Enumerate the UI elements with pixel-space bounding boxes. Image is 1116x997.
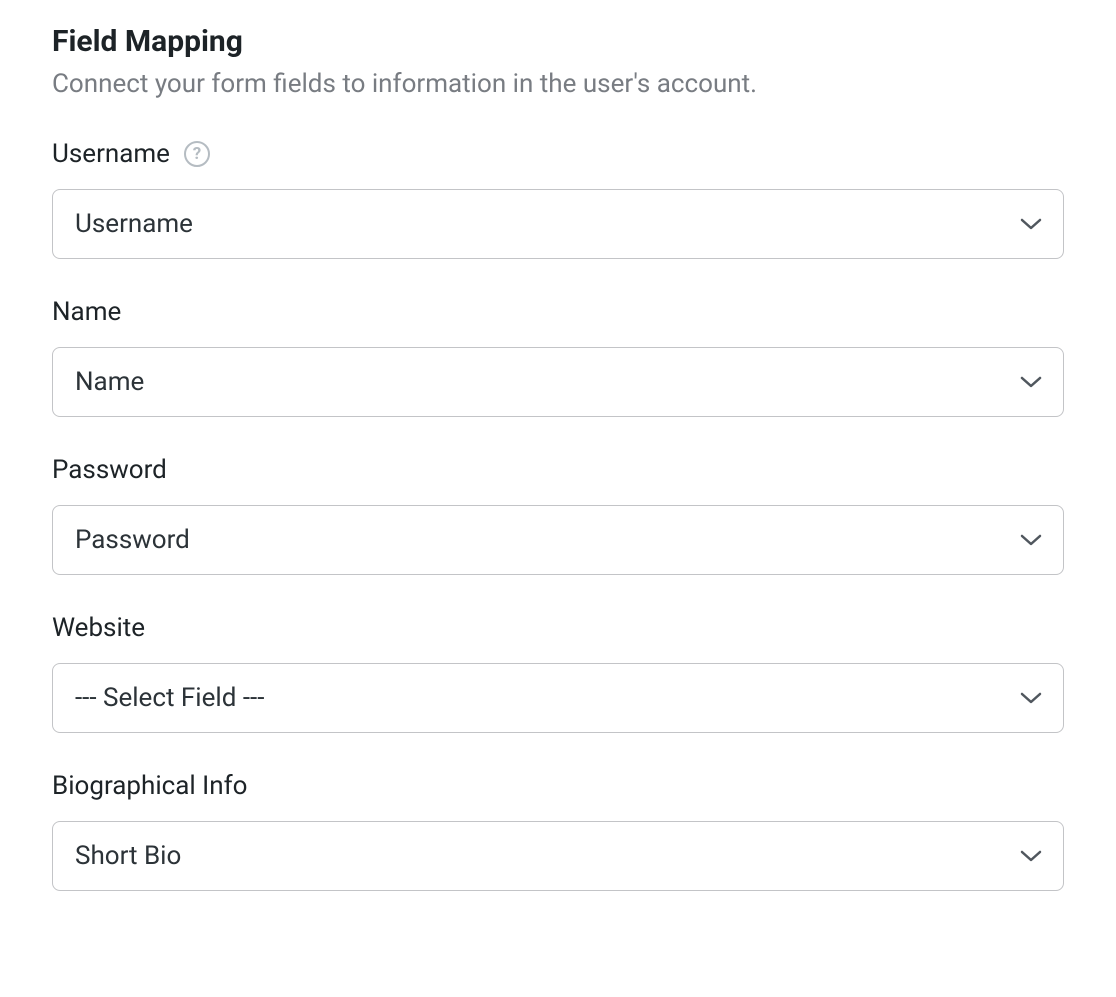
select-wrap-password: Password bbox=[52, 505, 1064, 575]
bio-select[interactable]: Short Bio bbox=[52, 821, 1064, 891]
select-wrap-username: Username bbox=[52, 189, 1064, 259]
field-group-username: Username ? Username bbox=[52, 139, 1064, 259]
field-group-password: Password Password bbox=[52, 455, 1064, 575]
select-wrap-website: --- Select Field --- bbox=[52, 663, 1064, 733]
select-wrap-name: Name bbox=[52, 347, 1064, 417]
help-icon[interactable]: ? bbox=[184, 141, 210, 167]
field-label-password: Password bbox=[52, 455, 167, 485]
field-label-row: Password bbox=[52, 455, 1064, 485]
field-label-row: Name bbox=[52, 297, 1064, 327]
field-group-bio: Biographical Info Short Bio bbox=[52, 771, 1064, 891]
field-group-website: Website --- Select Field --- bbox=[52, 613, 1064, 733]
field-label-row: Username ? bbox=[52, 139, 1064, 169]
field-label-website: Website bbox=[52, 613, 145, 643]
field-label-row: Biographical Info bbox=[52, 771, 1064, 801]
field-group-name: Name Name bbox=[52, 297, 1064, 417]
username-select[interactable]: Username bbox=[52, 189, 1064, 259]
field-label-row: Website bbox=[52, 613, 1064, 643]
name-select[interactable]: Name bbox=[52, 347, 1064, 417]
section-description: Connect your form fields to information … bbox=[52, 69, 1064, 99]
field-label-bio: Biographical Info bbox=[52, 771, 247, 801]
field-label-username: Username bbox=[52, 139, 170, 169]
section-title: Field Mapping bbox=[52, 24, 1064, 59]
select-wrap-bio: Short Bio bbox=[52, 821, 1064, 891]
website-select[interactable]: --- Select Field --- bbox=[52, 663, 1064, 733]
field-label-name: Name bbox=[52, 297, 121, 327]
password-select[interactable]: Password bbox=[52, 505, 1064, 575]
